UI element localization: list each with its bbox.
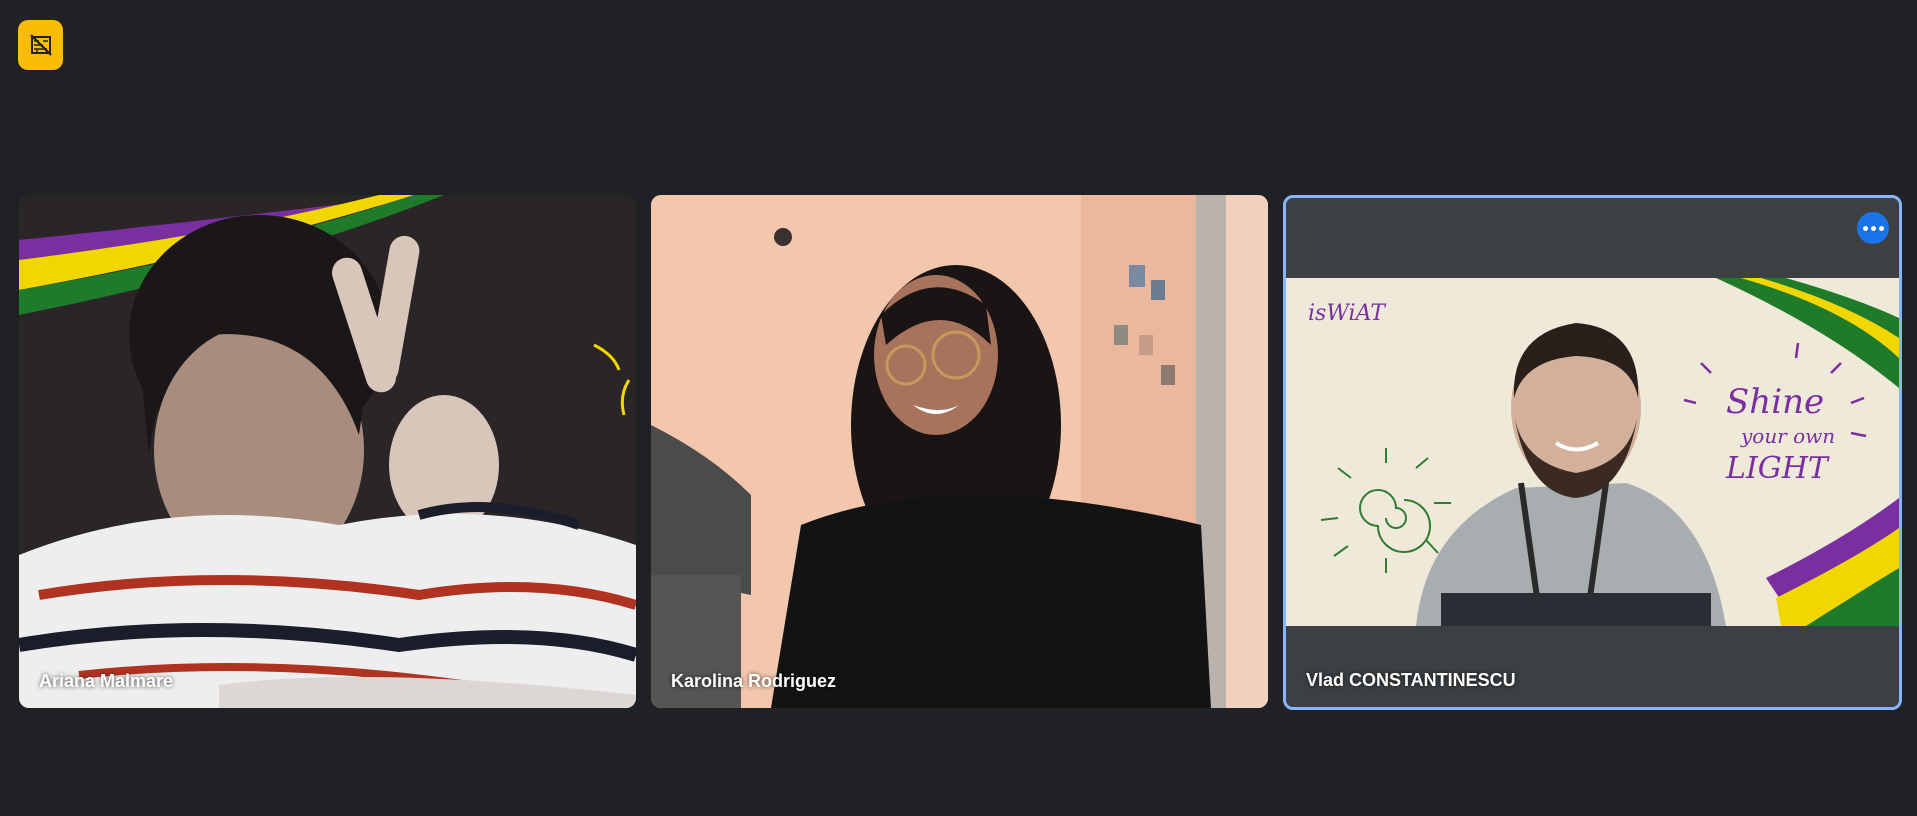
more-options-button[interactable] xyxy=(1857,212,1889,244)
doodle-text: your own xyxy=(1740,424,1835,448)
doodle-text: Shine xyxy=(1726,382,1824,422)
participant-tile-active[interactable]: isWiAT Shine your own LIGHT Vlad CONSTAN… xyxy=(1283,195,1902,710)
brand-badge: isWiAT xyxy=(1308,301,1387,326)
participant-video: isWiAT Shine your own LIGHT xyxy=(1286,278,1899,626)
no-background-icon xyxy=(29,34,52,56)
participant-tile-2[interactable]: Karolina Rodriguez xyxy=(651,195,1268,708)
participant-video-frame: isWiAT Shine your own LIGHT xyxy=(1286,278,1899,626)
participant-name: Karolina Rodriguez xyxy=(671,671,837,691)
dot-icon xyxy=(1878,225,1884,231)
dot-icon xyxy=(1870,225,1876,231)
participant-video xyxy=(19,195,636,708)
participant-name: Ariana Malmare xyxy=(39,671,174,691)
participant-tile-1[interactable]: Ariana Malmare xyxy=(19,195,636,708)
meeting-grid: Ariana Malmare Karolina Rodriguez isWiAT… xyxy=(0,0,1917,816)
doodle-text: LIGHT xyxy=(1725,451,1830,486)
participant-video xyxy=(651,195,1268,708)
visual-effects-button[interactable] xyxy=(18,20,63,70)
dot-icon xyxy=(1862,225,1868,231)
participant-name: Vlad CONSTANTINESCU xyxy=(1306,670,1516,690)
